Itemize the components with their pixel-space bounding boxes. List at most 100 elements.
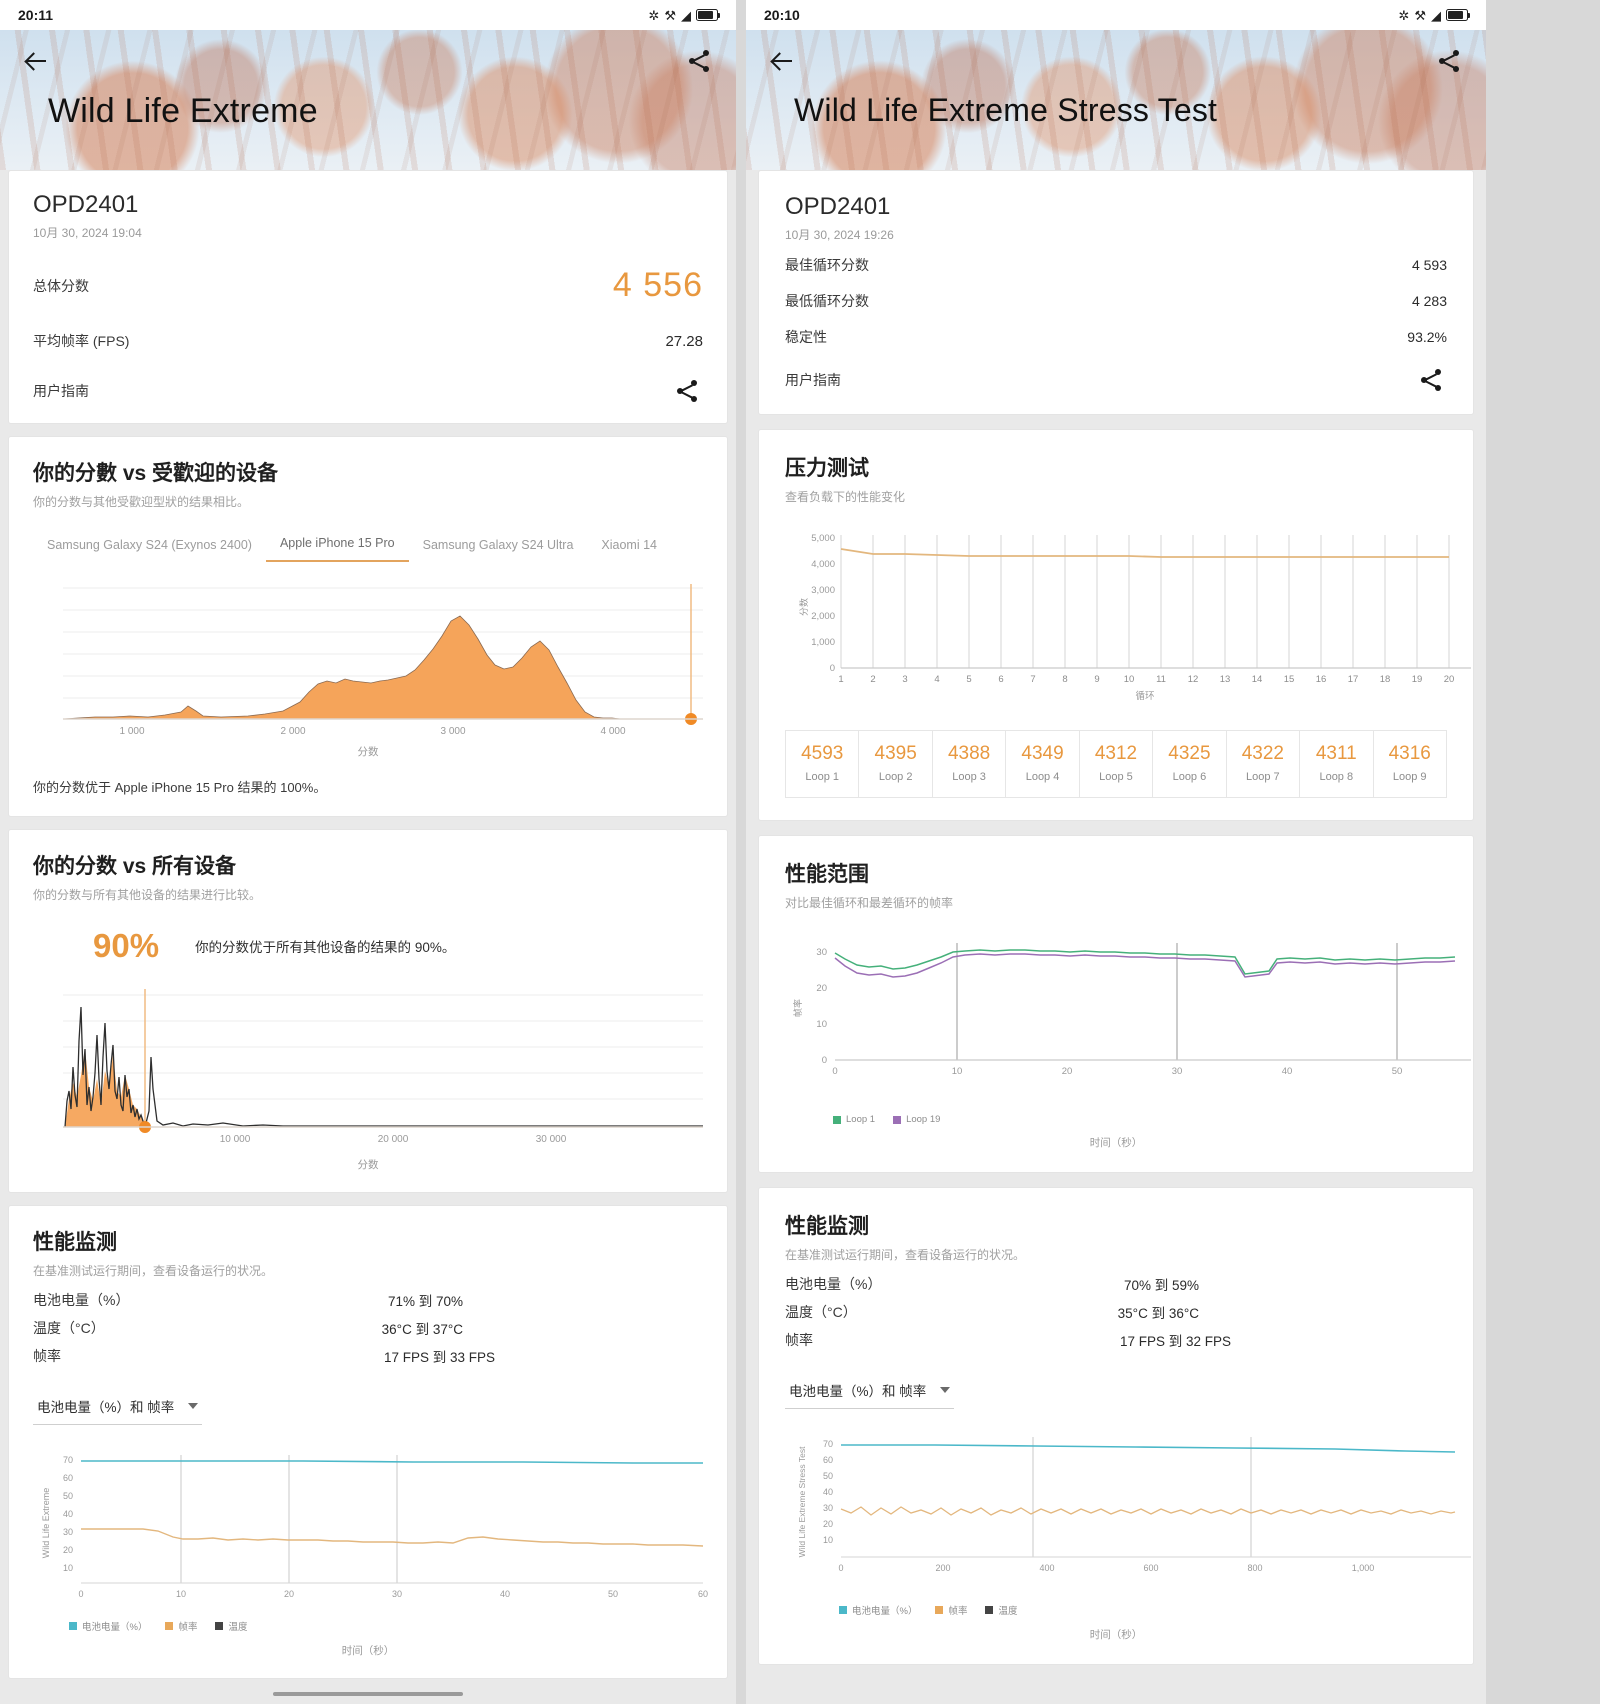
device-tab-iphone-15-pro[interactable]: Apple iPhone 15 Pro [266, 536, 409, 562]
device-tab-galaxy-s24-exynos[interactable]: Samsung Galaxy S24 (Exynos 2400) [33, 538, 266, 562]
loop-card[interactable]: 4322 Loop 7 [1226, 730, 1299, 798]
right-back-button[interactable] [766, 44, 800, 78]
loop-score: 4388 [935, 743, 1003, 765]
svg-text:3,000: 3,000 [811, 585, 835, 596]
right-worst-loop-value: 4 283 [1412, 293, 1447, 309]
vibrate-icon: ✲ [1398, 9, 1409, 22]
right-page-title: Wild Life Extreme Stress Test [746, 92, 1486, 129]
left-percentile-text: 你的分数优于所有其他设备的结果的 90%。 [195, 936, 455, 956]
wifi-icon: ◢ [1431, 9, 1441, 22]
left-back-button[interactable] [20, 44, 54, 78]
chevron-down-icon [940, 1387, 950, 1393]
left-status-time: 20:11 [18, 7, 53, 23]
loop-card[interactable]: 4388 Loop 3 [932, 730, 1005, 798]
right-status-time: 20:10 [764, 7, 800, 23]
right-user-guide-row[interactable]: 用户指南 [785, 355, 1447, 404]
svg-text:19: 19 [1412, 674, 1423, 685]
right-result-card: OPD2401 10月 30, 2024 19:26 最佳循环分数 4 593 … [758, 170, 1474, 415]
legend-item-loop1: Loop 1 [833, 1114, 875, 1125]
loop-card[interactable]: 4316 Loop 9 [1373, 730, 1447, 798]
svg-text:1: 1 [838, 674, 843, 685]
right-best-loop-value: 4 593 [1412, 257, 1447, 273]
svg-text:40: 40 [823, 1487, 833, 1497]
loop-label: Loop 6 [1155, 771, 1223, 783]
right-user-guide-label: 用户指南 [785, 370, 841, 390]
svg-text:13: 13 [1220, 674, 1231, 685]
left-chart-yaxis-label: Wild Life Extreme [41, 1488, 51, 1559]
loop-label: Loop 5 [1082, 771, 1150, 783]
loop-score: 4311 [1302, 743, 1370, 765]
right-monitoring-chart: 70 60 50 40 30 20 10 Wild Life Extreme S… [785, 1427, 1447, 1642]
right-worst-loop-row: 最低循环分数 4 283 [785, 283, 1447, 319]
left-metric-select[interactable]: 电池电量（%）和 帧率 [33, 1388, 202, 1425]
left-overall-score-row: 总体分数 4 556 [33, 253, 703, 318]
svg-text:30: 30 [63, 1527, 73, 1537]
svg-text:11: 11 [1156, 674, 1166, 685]
back-arrow-icon [772, 50, 794, 72]
share-icon [1439, 50, 1459, 72]
left-battery-row: 电池电量（%） 71% 到 70% [33, 1279, 703, 1314]
left-avg-fps-label: 平均帧率 (FPS) [33, 331, 129, 351]
right-stress-xaxis-label: 循环 [1135, 690, 1154, 702]
svg-text:40: 40 [1282, 1066, 1293, 1077]
left-temp-label: 温度（°C） [33, 1318, 105, 1338]
svg-text:20: 20 [1062, 1066, 1073, 1077]
left-battery-value: 71% 到 70% [388, 1290, 463, 1310]
left-popular-chart: 1 000 2 000 3 000 4 000 分数 [33, 576, 703, 759]
left-share-button[interactable] [682, 44, 716, 78]
svg-text:60: 60 [823, 1455, 833, 1465]
right-metric-select[interactable]: 电池电量（%）和 帧率 [785, 1372, 954, 1409]
right-metric-select-value: 电池电量（%）和 帧率 [789, 1380, 926, 1400]
right-hero-banner: Wild Life Extreme Stress Test [746, 30, 1486, 170]
right-stability-value: 93.2% [1407, 329, 1447, 345]
right-stress-yaxis-label: 分数 [798, 598, 809, 616]
share-icon[interactable] [1421, 369, 1441, 391]
chevron-down-icon [188, 1403, 198, 1409]
svg-text:30 000: 30 000 [536, 1134, 567, 1145]
svg-text:2,000: 2,000 [811, 611, 835, 622]
loop-card[interactable]: 4395 Loop 2 [858, 730, 931, 798]
loop-card[interactable]: 4593 Loop 1 [785, 730, 858, 798]
legend-item-temp: 温度 [215, 1619, 247, 1633]
device-tab-xiaomi-14[interactable]: Xiaomi 14 [587, 538, 671, 562]
left-temp-row: 温度（°C） 36°C 到 37°C [33, 1314, 703, 1342]
left-gesture-bar[interactable] [273, 1692, 463, 1696]
svg-text:4: 4 [934, 674, 939, 685]
left-alldevices-xaxis-label: 分数 [33, 1157, 703, 1172]
loop-label: Loop 4 [1008, 771, 1076, 783]
right-share-button[interactable] [1432, 44, 1466, 78]
battery-icon [696, 9, 718, 21]
svg-text:50: 50 [63, 1491, 73, 1501]
device-tab-galaxy-s24-ultra[interactable]: Samsung Galaxy S24 Ultra [409, 538, 588, 562]
share-icon[interactable] [677, 380, 697, 402]
loop-label: Loop 7 [1229, 771, 1297, 783]
right-fps-value: 17 FPS 到 32 FPS [1120, 1330, 1231, 1350]
right-status-bar: 20:10 ✲ ⚒ ◢ [746, 0, 1486, 30]
battery-icon [1446, 9, 1468, 21]
bluetooth-icon: ⚒ [664, 9, 676, 22]
svg-text:400: 400 [1039, 1563, 1054, 1573]
left-phone-screen: 20:11 ✲ ⚒ ◢ Wild Life Extreme OPD2401 [0, 0, 736, 1704]
right-stress-subtitle: 查看负载下的性能变化 [785, 488, 1447, 505]
svg-text:1,000: 1,000 [811, 637, 835, 648]
svg-text:12: 12 [1188, 674, 1199, 685]
left-user-guide-row[interactable]: 用户指南 [33, 364, 703, 415]
svg-text:9: 9 [1094, 674, 1099, 685]
legend-item-battery: 电池电量（%） [69, 1619, 147, 1633]
loop-card[interactable]: 4312 Loop 5 [1079, 730, 1152, 798]
left-metric-select-value: 电池电量（%）和 帧率 [37, 1396, 174, 1416]
svg-text:70: 70 [63, 1455, 73, 1465]
right-perf-range-xaxis-label: 时间（秒） [785, 1135, 1447, 1150]
right-fps-label: 帧率 [785, 1330, 813, 1350]
svg-text:17: 17 [1348, 674, 1359, 685]
svg-text:60: 60 [698, 1589, 708, 1599]
loop-card[interactable]: 4349 Loop 4 [1005, 730, 1078, 798]
left-fps-label: 帧率 [33, 1346, 61, 1366]
svg-text:18: 18 [1380, 674, 1391, 685]
left-chart-legend: 电池电量（%） 帧率 温度 [33, 1619, 703, 1633]
loop-score: 4593 [788, 743, 856, 765]
left-avg-fps-value: 27.28 [665, 333, 703, 350]
loop-card[interactable]: 4325 Loop 6 [1152, 730, 1225, 798]
loop-card[interactable]: 4311 Loop 8 [1299, 730, 1372, 798]
svg-text:0: 0 [832, 1066, 837, 1077]
